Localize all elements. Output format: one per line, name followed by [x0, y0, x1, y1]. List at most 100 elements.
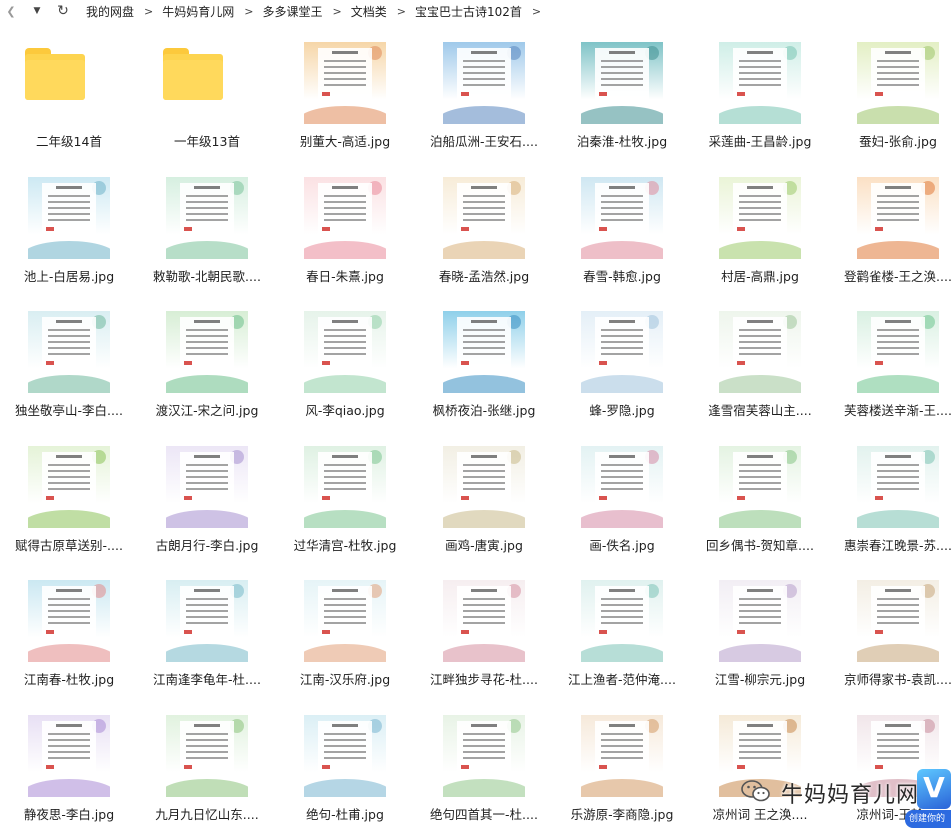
file-item[interactable]: 泊秦淮-杜牧.jpg	[553, 30, 691, 160]
file-name: 春雪-韩愈.jpg	[583, 269, 661, 284]
breadcrumb: 我的网盘 > 牛妈妈育儿网 > 多多课堂王 > 文档类 > 宝宝巴士古诗102首…	[86, 3, 550, 20]
image-thumbnail	[857, 42, 939, 124]
file-name: 静夜思-李白.jpg	[23, 807, 115, 822]
image-thumbnail	[304, 446, 386, 528]
breadcrumb-item[interactable]: 宝宝巴士古诗102首	[415, 3, 522, 20]
image-thumbnail	[857, 580, 939, 662]
file-name: 古朗月行-李白.jpg	[155, 538, 259, 553]
file-name: 别董大-高适.jpg	[299, 134, 391, 149]
image-thumbnail	[166, 580, 248, 662]
file-item[interactable]: 逢雪宿芙蓉山主....	[691, 299, 829, 429]
folder-item[interactable]: 二年级14首	[0, 30, 138, 160]
breadcrumb-item[interactable]: 文档类	[351, 3, 387, 20]
folder-icon	[25, 48, 85, 100]
file-item[interactable]: 江上渔者-范仲淹....	[553, 568, 691, 698]
file-item[interactable]: 画鸡-唐寅.jpg	[415, 434, 553, 564]
image-thumbnail	[166, 715, 248, 797]
image-thumbnail	[304, 311, 386, 393]
file-item[interactable]: 江南春-杜牧.jpg	[0, 568, 138, 698]
brand-badge: V	[917, 769, 951, 809]
watermark-text: 牛妈妈育儿网	[781, 783, 920, 808]
file-name: 独坐敬亭山-李白....	[15, 403, 123, 418]
file-name: 绝句-杜甫.jpg	[306, 807, 384, 822]
image-thumbnail	[719, 580, 801, 662]
file-item[interactable]: 春晓-孟浩然.jpg	[415, 165, 553, 295]
file-item[interactable]: 芙蓉楼送辛渐-王....	[829, 299, 951, 429]
image-thumbnail	[719, 311, 801, 393]
file-item[interactable]: 渡汉江-宋之问.jpg	[138, 299, 276, 429]
file-name: 乐游原-李商隐.jpg	[570, 807, 674, 822]
file-item[interactable]: 画-佚名.jpg	[553, 434, 691, 564]
file-name: 风-李qiao.jpg	[305, 403, 385, 418]
file-item[interactable]: 乐游原-李商隐.jpg	[553, 703, 691, 832]
file-item[interactable]: 敕勒歌-北朝民歌....	[138, 165, 276, 295]
folder-item[interactable]: 一年级13首	[138, 30, 276, 160]
file-item[interactable]: 绝句-杜甫.jpg	[276, 703, 414, 832]
refresh-icon[interactable]: ↻	[54, 2, 72, 20]
file-item[interactable]: 独坐敬亭山-李白....	[0, 299, 138, 429]
file-item[interactable]: 江南逢李龟年-杜....	[138, 568, 276, 698]
image-thumbnail	[304, 42, 386, 124]
file-item[interactable]: 登鹳雀楼-王之涣....	[829, 165, 951, 295]
file-item[interactable]: 采莲曲-王昌龄.jpg	[691, 30, 829, 160]
file-name: 春晓-孟浩然.jpg	[438, 269, 530, 284]
file-name: 泊船瓜洲-王安石....	[430, 134, 538, 149]
file-item[interactable]: 古朗月行-李白.jpg	[138, 434, 276, 564]
file-item[interactable]: 村居-高鼎.jpg	[691, 165, 829, 295]
file-item[interactable]: 春日-朱熹.jpg	[276, 165, 414, 295]
file-item[interactable]: 静夜思-李白.jpg	[0, 703, 138, 832]
file-name: 京师得家书-袁凯....	[844, 672, 951, 687]
image-thumbnail	[443, 446, 525, 528]
badge-letter: V	[923, 771, 945, 804]
file-item[interactable]: 江畔独步寻花-杜....	[415, 568, 553, 698]
file-item[interactable]: 京师得家书-袁凯....	[829, 568, 951, 698]
image-thumbnail	[28, 311, 110, 393]
image-thumbnail	[581, 42, 663, 124]
file-item[interactable]: 枫桥夜泊-张继.jpg	[415, 299, 553, 429]
image-thumbnail	[443, 42, 525, 124]
file-item[interactable]: 赋得古原草送别-....	[0, 434, 138, 564]
file-item[interactable]: 泊船瓜洲-王安石....	[415, 30, 553, 160]
image-thumbnail	[304, 177, 386, 259]
file-item[interactable]: 江雪-柳宗元.jpg	[691, 568, 829, 698]
toolbar: ❮ ▼ ↻ 我的网盘 > 牛妈妈育儿网 > 多多课堂王 > 文档类 > 宝宝巴士…	[0, 0, 951, 22]
breadcrumb-item[interactable]: 牛妈妈育儿网	[162, 3, 234, 20]
file-item[interactable]: 江南-汉乐府.jpg	[276, 568, 414, 698]
file-item[interactable]: 过华清宫-杜牧.jpg	[276, 434, 414, 564]
breadcrumb-separator: >	[332, 4, 342, 18]
wechat-icon	[741, 780, 770, 802]
file-name: 江南-汉乐府.jpg	[299, 672, 391, 687]
file-item[interactable]: 池上-白居易.jpg	[0, 165, 138, 295]
file-name: 画鸡-唐寅.jpg	[445, 538, 523, 553]
image-thumbnail	[304, 715, 386, 797]
file-item[interactable]: 蚕妇-张俞.jpg	[829, 30, 951, 160]
file-item[interactable]: 回乡偶书-贺知章....	[691, 434, 829, 564]
file-item[interactable]: 绝句四首其一-杜....	[415, 703, 553, 832]
image-thumbnail	[719, 177, 801, 259]
file-name: 一年级13首	[174, 134, 240, 149]
image-thumbnail	[719, 42, 801, 124]
file-item[interactable]: 九月九日忆山东....	[138, 703, 276, 832]
file-name: 枫桥夜泊-张继.jpg	[432, 403, 536, 418]
image-thumbnail	[166, 311, 248, 393]
caret-down-icon[interactable]: ▼	[28, 2, 46, 20]
image-thumbnail	[166, 177, 248, 259]
file-item[interactable]: 别董大-高适.jpg	[276, 30, 414, 160]
image-thumbnail	[719, 446, 801, 528]
image-thumbnail	[581, 580, 663, 662]
breadcrumb-separator: >	[531, 4, 542, 18]
file-name: 江南春-杜牧.jpg	[23, 672, 115, 687]
breadcrumb-separator: >	[144, 4, 154, 18]
back-chevron-icon[interactable]: ❮	[2, 2, 20, 20]
file-name: 绝句四首其一-杜....	[430, 807, 538, 822]
file-name: 逢雪宿芙蓉山主....	[708, 403, 812, 418]
file-item[interactable]: 风-李qiao.jpg	[276, 299, 414, 429]
breadcrumb-item[interactable]: 我的网盘	[86, 3, 134, 20]
file-name: 池上-白居易.jpg	[23, 269, 115, 284]
file-item[interactable]: 春雪-韩愈.jpg	[553, 165, 691, 295]
breadcrumb-item[interactable]: 多多课堂王	[262, 3, 322, 20]
file-item[interactable]: 惠崇春江晚景-苏....	[829, 434, 951, 564]
file-name: 村居-高鼎.jpg	[721, 269, 799, 284]
file-name: 九月九日忆山东....	[155, 807, 259, 822]
file-item[interactable]: 蜂-罗隐.jpg	[553, 299, 691, 429]
